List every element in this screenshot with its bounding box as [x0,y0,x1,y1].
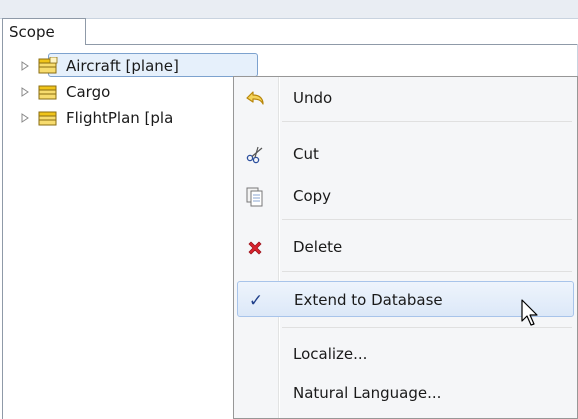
menu-item-label: Extend to Database [294,291,443,309]
menu-separator [282,121,572,122]
menu-item-label: Copy [293,187,332,205]
expand-arrow-icon[interactable] [18,85,32,99]
tab-scope[interactable]: Scope [2,18,86,45]
menu-separator [282,271,572,272]
delete-x-icon [243,236,267,260]
menu-item-localize[interactable]: Localize... [237,336,574,372]
class-icon [38,109,58,127]
copy-icon [243,185,267,209]
undo-icon [243,87,267,111]
menu-separator [282,219,572,220]
scissors-icon [243,143,267,167]
class-icon [38,83,58,101]
menu-item-label: Undo [293,89,333,107]
expand-arrow-icon[interactable] [18,59,32,73]
tree-item-flightplan[interactable]: FlightPlan [pla [18,105,173,131]
expand-arrow-icon[interactable] [18,111,32,125]
tree-item-aircraft[interactable]: Aircraft [plane] [18,53,258,79]
tree-item-cargo[interactable]: Cargo [18,79,110,105]
mouse-pointer-icon [520,298,542,332]
menu-item-delete[interactable]: Delete [237,229,574,265]
tab-scope-label: Scope [9,23,55,41]
context-menu: Undo Cut Copy Delete ✓ Extend to Databas… [233,76,578,419]
tab-divider [86,44,578,45]
menu-item-cut[interactable]: Cut [237,136,574,172]
view-header-strip [0,0,578,19]
tree-item-label: FlightPlan [pla [66,109,174,127]
tree-item-label: Cargo [66,83,111,101]
checkmark-icon: ✓ [248,291,264,311]
menu-item-undo[interactable]: Undo [237,80,574,116]
menu-item-label: Localize... [293,345,368,363]
menu-item-natural-language[interactable]: Natural Language... [237,375,574,411]
menu-item-label: Natural Language... [293,384,442,402]
class-icon [38,56,58,75]
menu-item-label: Delete [293,238,343,256]
menu-item-label: Cut [293,145,319,163]
tree-item-label: Aircraft [plane] [66,57,179,75]
menu-item-copy[interactable]: Copy [237,178,574,214]
scope-view: Scope Aircraft [plane] Cargo FlightPlan … [0,0,578,419]
view-left-border [2,44,3,419]
